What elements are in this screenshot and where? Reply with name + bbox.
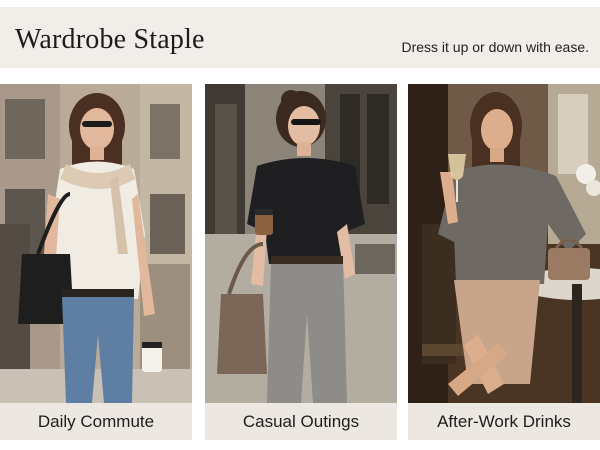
- woman-casual-outing-photo: [205, 84, 397, 403]
- card-caption: After-Work Drinks: [437, 411, 571, 431]
- header-banner: Wardrobe Staple Dress it up or down with…: [0, 7, 600, 68]
- woman-after-work-drinks-photo: [408, 84, 600, 403]
- card-caption: Daily Commute: [37, 411, 155, 431]
- page-title: Wardrobe Staple: [15, 24, 205, 55]
- card-casual-outings[interactable]: Casual Outings: [205, 84, 397, 440]
- woman-street-commute-photo: [0, 84, 192, 403]
- card-caption: Casual Outings: [242, 411, 360, 431]
- card-daily-commute[interactable]: Daily Commute: [0, 84, 192, 440]
- tagline: Dress it up or down with ease.: [401, 39, 589, 55]
- card-after-work-drinks[interactable]: After-Work Drinks: [408, 84, 600, 440]
